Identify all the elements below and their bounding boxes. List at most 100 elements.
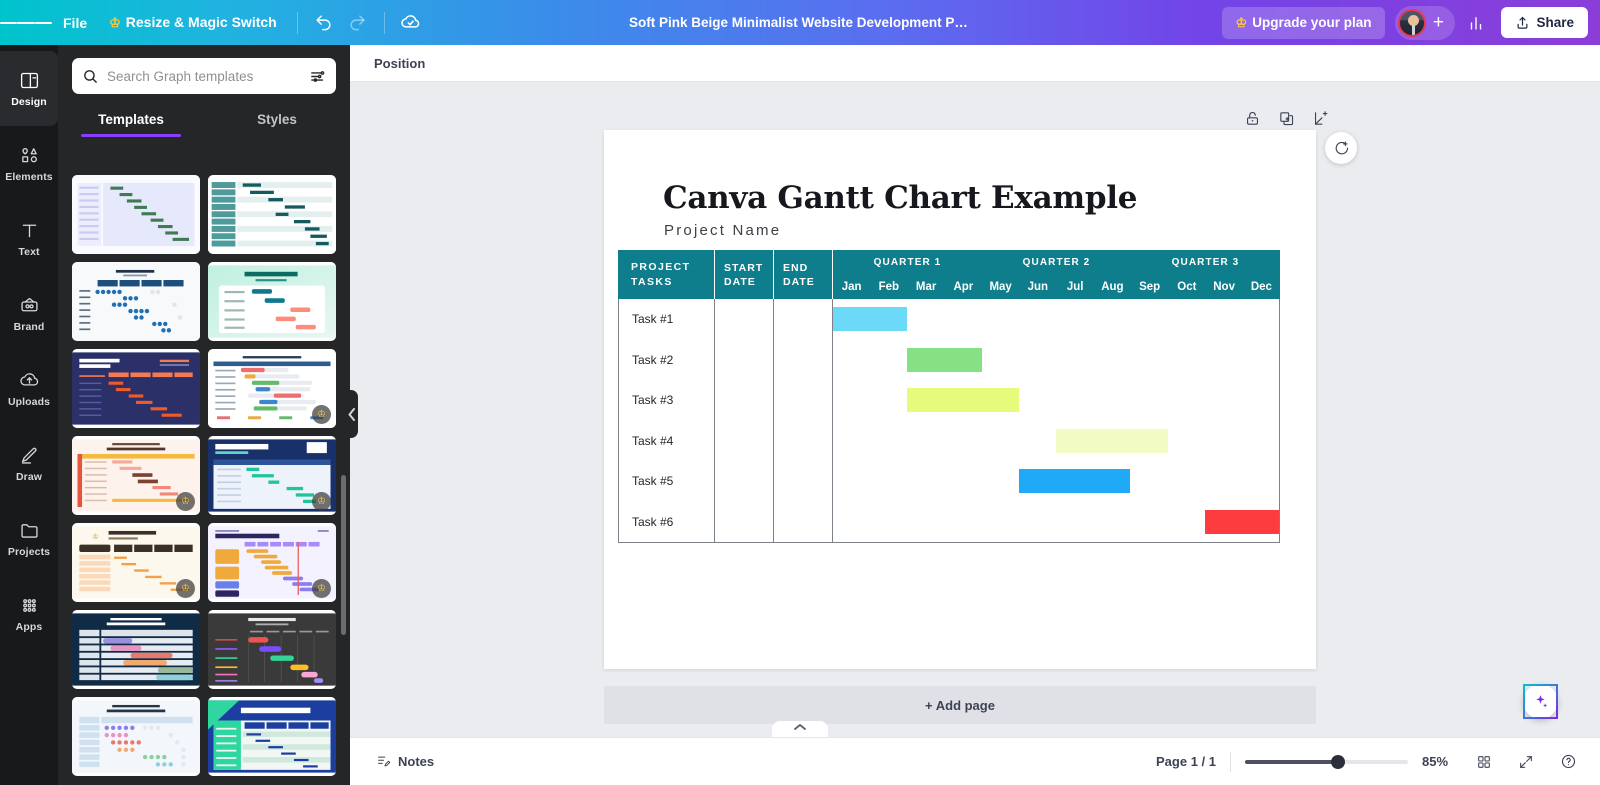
templates-panel: Templates Styles bbox=[58, 45, 350, 785]
tab-styles[interactable]: Styles bbox=[204, 105, 350, 137]
task-timeline-cell bbox=[833, 299, 1279, 340]
quarter-label: QUARTER 2 bbox=[1022, 257, 1091, 268]
gantt-bar[interactable] bbox=[833, 307, 908, 332]
list-item[interactable] bbox=[72, 697, 200, 776]
search-box[interactable] bbox=[72, 58, 336, 94]
month-label: Aug bbox=[1101, 281, 1124, 293]
list-item[interactable] bbox=[208, 610, 336, 689]
document-title[interactable]: Soft Pink Beige Minimalist Website Devel… bbox=[620, 10, 980, 35]
sidebar-item-apps[interactable]: Apps bbox=[0, 576, 58, 651]
month-row: Jan Feb Mar Apr May Jun Jul Aug Sep Oct … bbox=[833, 275, 1280, 299]
avatar[interactable] bbox=[1398, 8, 1427, 37]
month-label: Jun bbox=[1027, 281, 1049, 293]
table-row[interactable]: Task #5 bbox=[619, 461, 1279, 502]
canvas-area: Canva Gantt Chart Example Project Name P… bbox=[350, 82, 1600, 737]
header-project-tasks: PROJECT TASKS bbox=[618, 250, 715, 299]
gantt-bar[interactable] bbox=[1018, 469, 1131, 494]
hamburger-icon[interactable] bbox=[0, 0, 52, 45]
template-thumbnails[interactable]: ♔ ♔ ♔ ♔ ♔ ♔ bbox=[58, 175, 350, 785]
document-page[interactable]: Canva Gantt Chart Example Project Name P… bbox=[604, 130, 1316, 669]
search-input[interactable] bbox=[107, 68, 301, 84]
upgrade-plan-button[interactable]: ♔ Upgrade your plan bbox=[1221, 6, 1386, 39]
list-item[interactable]: ♔ bbox=[72, 436, 200, 515]
filter-icon[interactable] bbox=[309, 68, 326, 85]
page-tools bbox=[1238, 104, 1334, 132]
gantt-body: Task #1 Task #2 Task #3 Task #4 Task #5 Task … bbox=[618, 299, 1280, 543]
zoom-slider-knob[interactable] bbox=[1331, 754, 1346, 769]
task-start-date bbox=[715, 420, 774, 461]
task-timeline-cell bbox=[833, 340, 1279, 381]
list-item[interactable] bbox=[72, 610, 200, 689]
account-group[interactable]: + bbox=[1395, 5, 1456, 40]
month-label: Nov bbox=[1213, 281, 1235, 293]
list-item[interactable] bbox=[208, 175, 336, 254]
month-label: Mar bbox=[915, 281, 937, 293]
table-row[interactable]: Task #4 bbox=[619, 420, 1279, 461]
zoom-slider-fill bbox=[1245, 759, 1337, 764]
page-indicator: Page 1 / 1 bbox=[1156, 754, 1216, 769]
panel-scrollbar[interactable] bbox=[341, 475, 346, 635]
svg-text:♔: ♔ bbox=[92, 532, 99, 541]
grid-view-icon[interactable] bbox=[1470, 748, 1498, 776]
notes-button[interactable]: Notes bbox=[368, 748, 442, 775]
list-item[interactable]: ♔ bbox=[208, 349, 336, 428]
zoom-value: 85% bbox=[1422, 754, 1449, 769]
task-label: Task #3 bbox=[619, 380, 715, 421]
page-subtitle: Project Name bbox=[664, 222, 782, 239]
duplicate-page-icon[interactable] bbox=[1272, 104, 1300, 132]
add-collaborator-icon[interactable]: + bbox=[1426, 11, 1450, 35]
sidebar-item-brand[interactable]: Brand bbox=[0, 276, 58, 351]
pro-crown-icon: ♔ bbox=[176, 579, 195, 598]
sidebar-item-text[interactable]: Text bbox=[0, 201, 58, 276]
magic-sparkle-icon[interactable] bbox=[1523, 684, 1558, 719]
divider bbox=[296, 11, 298, 34]
table-row[interactable]: Task #3 bbox=[619, 380, 1279, 421]
add-page-icon[interactable] bbox=[1306, 104, 1334, 132]
top-right-group: ♔ Upgrade your plan + Share bbox=[1221, 5, 1600, 40]
list-item[interactable] bbox=[72, 349, 200, 428]
list-item[interactable] bbox=[208, 697, 336, 776]
add-comment-icon[interactable] bbox=[1325, 132, 1357, 164]
list-item[interactable] bbox=[72, 175, 200, 254]
list-item[interactable]: ♔ bbox=[208, 523, 336, 602]
list-item[interactable]: ♔ bbox=[208, 436, 336, 515]
header-start-date: START DATE bbox=[715, 250, 774, 299]
collapse-panel-button[interactable] bbox=[345, 390, 358, 438]
sidebar-item-projects[interactable]: Projects bbox=[0, 501, 58, 576]
gantt-bar[interactable] bbox=[1204, 509, 1279, 534]
table-row[interactable]: Task #6 bbox=[619, 501, 1279, 542]
lock-icon[interactable] bbox=[1238, 104, 1266, 132]
table-row[interactable]: Task #1 bbox=[619, 299, 1279, 340]
position-button[interactable]: Position bbox=[364, 50, 435, 77]
sidebar-item-uploads[interactable]: Uploads bbox=[0, 351, 58, 426]
list-item[interactable] bbox=[72, 262, 200, 341]
fullscreen-icon[interactable] bbox=[1512, 748, 1540, 776]
search-icon bbox=[84, 69, 97, 83]
redo-icon[interactable] bbox=[341, 6, 375, 40]
zoom-slider[interactable] bbox=[1245, 754, 1408, 769]
gantt-bar[interactable] bbox=[1056, 428, 1168, 453]
sidebar-item-label: Uploads bbox=[7, 395, 51, 408]
add-page-button[interactable]: + Add page bbox=[604, 686, 1316, 724]
month-label: Oct bbox=[1177, 281, 1197, 293]
share-button[interactable]: Share bbox=[1501, 7, 1588, 38]
tab-templates[interactable]: Templates bbox=[58, 105, 204, 137]
bar-chart-icon[interactable] bbox=[1459, 6, 1493, 40]
sidebar-item-draw[interactable]: Draw bbox=[0, 426, 58, 501]
sidebar-item-design[interactable]: Design bbox=[0, 51, 58, 126]
resize-magic-switch-button[interactable]: ♔ Resize & Magic Switch bbox=[98, 8, 288, 37]
sidebar-item-label: Elements bbox=[5, 170, 53, 183]
sidebar-item-label: Draw bbox=[15, 470, 43, 483]
list-item[interactable]: ♔ ♔ bbox=[72, 523, 200, 602]
file-menu-button[interactable]: File bbox=[52, 9, 98, 37]
undo-icon[interactable] bbox=[307, 6, 341, 40]
chevron-up-icon[interactable] bbox=[772, 721, 828, 737]
sidebar-item-elements[interactable]: Elements bbox=[0, 126, 58, 201]
gantt-bar[interactable] bbox=[907, 388, 1019, 413]
list-item[interactable] bbox=[208, 262, 336, 341]
cloud-saved-icon[interactable] bbox=[394, 6, 428, 40]
gantt-bar[interactable] bbox=[907, 347, 982, 372]
table-row[interactable]: Task #2 bbox=[619, 339, 1279, 381]
help-icon[interactable] bbox=[1554, 748, 1582, 776]
task-end-date bbox=[774, 501, 833, 542]
